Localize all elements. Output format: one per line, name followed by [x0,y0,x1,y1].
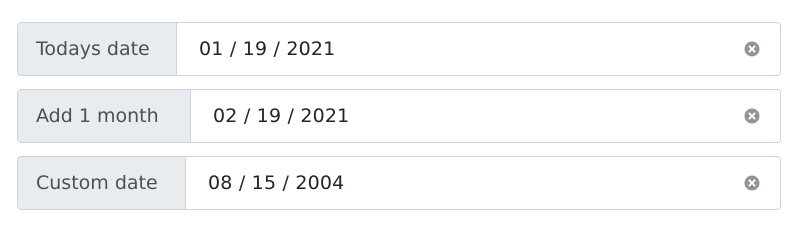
clear-icon [744,175,760,191]
custom-date-input[interactable]: 08 / 15 / 2004 [186,157,724,209]
clear-icon [744,41,760,57]
todays-date-input[interactable]: 01 / 19 / 2021 [177,23,724,75]
todays-date-clear-button[interactable] [724,23,780,75]
date-form: Todays date 01 / 19 / 2021 Add 1 month 0… [0,0,800,240]
custom-date-label: Custom date [18,157,186,209]
clear-icon [744,108,760,124]
add-1-month-label: Add 1 month [18,90,191,142]
custom-date-group: Custom date 08 / 15 / 2004 [17,156,781,210]
add-1-month-clear-button[interactable] [724,90,780,142]
custom-date-clear-button[interactable] [724,157,780,209]
todays-date-group: Todays date 01 / 19 / 2021 [17,22,781,76]
add-1-month-input[interactable]: 02 / 19 / 2021 [191,90,724,142]
add-1-month-group: Add 1 month 02 / 19 / 2021 [17,89,781,143]
todays-date-label: Todays date [18,23,177,75]
